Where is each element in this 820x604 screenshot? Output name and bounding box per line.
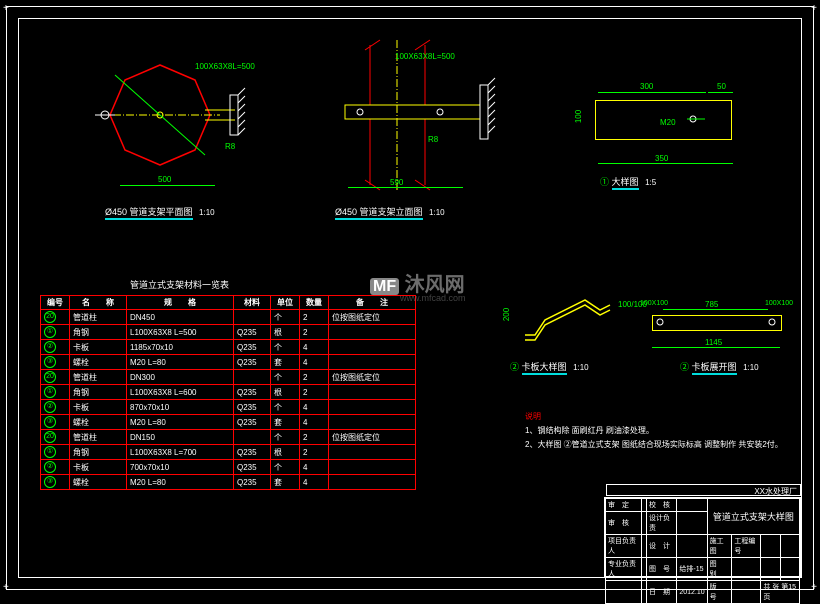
- notes-header: 说明: [525, 410, 783, 424]
- dim-500: 500: [158, 175, 171, 184]
- dim-line: [708, 92, 733, 93]
- table-header: 材料: [234, 296, 271, 310]
- table-row: ③螺栓M20 L=80Q235套4: [41, 475, 416, 490]
- table-header: 名 称: [70, 296, 127, 310]
- table-row: 20管道柱DN150个2位按图纸定位: [41, 430, 416, 445]
- view5-holes: [650, 315, 785, 335]
- table-row: 20管道柱DN450个2位按图纸定位: [41, 310, 416, 325]
- dim-1145: 1145: [705, 338, 722, 347]
- materials-table: 编号名 称规 格材料单位数量备 注 20管道柱DN450个2位按图纸定位①角钢L…: [40, 295, 416, 490]
- corner-cross: +: [3, 3, 9, 14]
- dim-end2: 100X100: [765, 300, 793, 307]
- dim-350: 350: [655, 154, 668, 163]
- view4-bracket: [510, 285, 630, 355]
- dim-r2: R8: [428, 135, 438, 144]
- dim-785: 785: [705, 300, 718, 309]
- dim-200: 200: [502, 308, 511, 321]
- table-row: 20管道柱DN300个2位按图纸定位: [41, 370, 416, 385]
- table-row: ①角钢L100X63X8 L=700Q235根2: [41, 445, 416, 460]
- factory-name: XX水处理厂: [606, 484, 801, 496]
- table-header: 数量: [300, 296, 329, 310]
- dim-line: [652, 347, 780, 348]
- dim-300: 300: [640, 82, 653, 91]
- table-header: 单位: [271, 296, 300, 310]
- corner-cross: +: [3, 582, 9, 593]
- dim-end1: 100X100: [640, 300, 668, 307]
- table-row: ③螺栓M20 L=80Q235套4: [41, 355, 416, 370]
- dim-100: 100: [574, 110, 583, 123]
- view1-title: Ø450 管道支架平面图 1:10: [105, 205, 215, 218]
- table-row: ③螺栓M20 L=80Q235套4: [41, 415, 416, 430]
- corner-cross: +: [811, 582, 817, 593]
- notes: 说明 1、钢结构除 面刷红丹 刷油漆处理。 2、大样图 ②管道立式支架 图纸结合…: [525, 410, 783, 452]
- table-title: 管道立式支架材料一览表: [130, 278, 229, 291]
- table-header: 编号: [41, 296, 70, 310]
- corner-cross: +: [811, 3, 817, 14]
- dim-line: [120, 185, 215, 186]
- table-row: ①角钢L100X63X8 L=500Q235根2: [41, 325, 416, 340]
- watermark-url: www.mfcad.com: [400, 293, 466, 303]
- table-header: 规 格: [127, 296, 234, 310]
- note-2: 2、大样图 ②管道立式支架 图纸结合现场实际标高 调整制作 共安装2付。: [525, 438, 783, 452]
- view2-title: Ø450 管道支架立面图 1:10: [335, 205, 445, 218]
- dim-line: [598, 163, 733, 164]
- table-row: ②卡板700x70x10Q235个4: [41, 460, 416, 475]
- dim-line: [598, 92, 706, 93]
- table-row: ①角钢L100X63X8 L=600Q235根2: [41, 385, 416, 400]
- dim-line: [663, 309, 768, 310]
- bolt-icon: [685, 105, 715, 135]
- dim-r1: R8: [225, 142, 235, 151]
- note-1: 1、钢结构除 面刷红丹 刷油漆处理。: [525, 424, 783, 438]
- dim-m20: M20: [660, 118, 676, 127]
- table-row: ②卡板1185x70x10Q235个4: [41, 340, 416, 355]
- view5-title: ② 卡板展开图 1:10: [680, 360, 759, 373]
- table-row: ②卡板870x70x10Q235个4: [41, 400, 416, 415]
- view4-title: ② 卡板大样图 1:10: [510, 360, 589, 373]
- dim-line: [348, 187, 463, 188]
- dim-50: 50: [717, 82, 726, 91]
- dim-590: 590: [390, 178, 403, 187]
- dim-angle-2: 100X63X8L=500: [395, 52, 455, 61]
- dim-angle-1: 100X63X8L=500: [195, 62, 255, 71]
- view3-title: ① 大样图 1:5: [600, 175, 656, 188]
- title-block: 审 定 校 核 管道立式支架大样图 审 核 设计负责 项目负责人 设 计 施工图…: [604, 497, 801, 577]
